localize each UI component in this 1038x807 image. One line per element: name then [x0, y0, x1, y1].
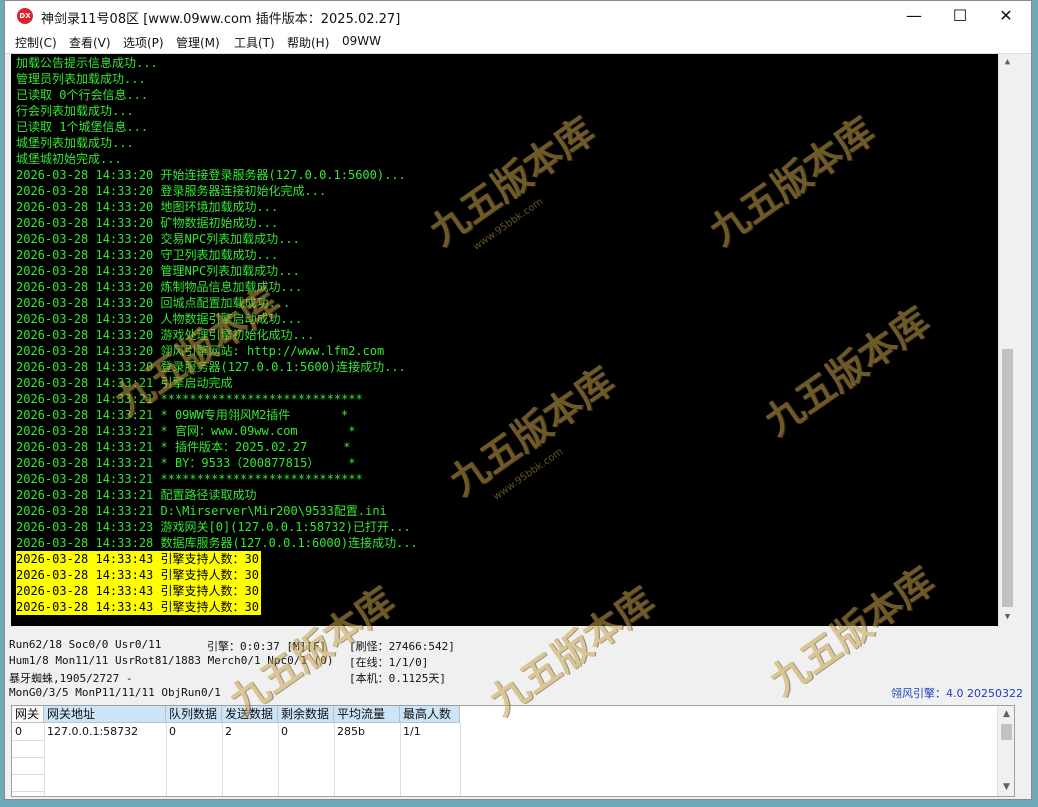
- column-header[interactable]: 网关: [12, 706, 44, 723]
- column-header[interactable]: 平均流量: [334, 706, 400, 723]
- grid-line: [166, 723, 167, 796]
- log-line: 2026-03-28 14:33:20 登录服务器(127.0.0.1:5600…: [16, 360, 406, 374]
- status-panel: Run62/18 Soc0/0 Usr0/11 引擎：0:0:37 [M][F]…: [5, 629, 1031, 703]
- status-hum: Hum1/8 Mon11/11 UsrRot81/1883 Merch0/1 N…: [9, 654, 334, 667]
- status-online: [在线：1/1/0]: [349, 656, 429, 669]
- log-line: 2026-03-28 14:33:20 开始连接登录服务器(127.0.0.1:…: [16, 168, 406, 182]
- grid-line: [222, 723, 223, 796]
- status-engine: 引擎：0:0:37 [M][F]: [207, 640, 327, 653]
- menu-options[interactable]: 选项(P): [123, 34, 164, 51]
- grid-line: [460, 723, 461, 796]
- grid-line: [44, 723, 45, 796]
- title-bar: DX 神剑录11号08区 [www.09ww.com 插件版本：2025.02.…: [5, 1, 1031, 31]
- log-line: 2026-03-28 14:33:20 回城点配置加载成功...: [16, 296, 291, 310]
- log-line: 2026-03-28 14:33:28 数据库服务器(127.0.0.1:600…: [16, 536, 418, 550]
- log-line: 2026-03-28 14:33:20 游戏处理引擎初始化成功...: [16, 328, 315, 342]
- grid-line: [12, 757, 44, 758]
- log-line: 2026-03-28 14:33:20 登录服务器连接初始化完成...: [16, 184, 327, 198]
- minimize-button[interactable]: —: [891, 1, 937, 31]
- log-line: 2026-03-28 14:33:21 配置路径读取成功: [16, 488, 257, 502]
- grid-line: [278, 723, 279, 796]
- grid-line: [334, 723, 335, 796]
- table-cell: 0: [15, 725, 22, 738]
- column-header[interactable]: 网关地址: [44, 706, 166, 723]
- menu-control[interactable]: 控制(C): [15, 34, 57, 51]
- column-header[interactable]: 最高人数: [400, 706, 460, 723]
- menu-09ww[interactable]: 09WW: [342, 34, 381, 48]
- menu-help[interactable]: 帮助(H): [287, 34, 329, 51]
- grid-line: [12, 740, 44, 741]
- log-line: 2026-03-28 14:33:20 翎风引擎网站: http://www.l…: [16, 344, 385, 358]
- column-header[interactable]: 剩余数据: [278, 706, 334, 723]
- log-line: 2026-03-28 14:33:21 * 插件版本：2025.02.27 *: [16, 440, 351, 454]
- log-line: 城堡列表加载成功...: [16, 136, 134, 150]
- log-line: 城堡城初始完成...: [16, 152, 122, 166]
- log-line: 2026-03-28 14:33:20 交易NPC列表加载成功...: [16, 232, 300, 246]
- log-line: 2026-03-28 14:33:21 * 官网：www.09ww.com *: [16, 424, 356, 438]
- log-line: 加载公告提示信息成功...: [16, 56, 158, 70]
- log-line: 2026-03-28 14:33:21 * 09WW专用翎风M2插件 *: [16, 408, 349, 422]
- status-monster: 暴牙蜘蛛,1905/2727 -: [9, 672, 133, 685]
- log-line: 2026-03-28 14:33:43 引擎支持人数：30: [16, 551, 261, 567]
- log-scrollbar[interactable]: ▲ ▼: [998, 54, 1015, 626]
- table-cell: 285b: [337, 725, 365, 738]
- menu-manage[interactable]: 管理(M): [176, 34, 220, 51]
- log-line: 2026-03-28 14:33:20 管理NPC列表加载成功...: [16, 264, 300, 278]
- log-line: 2026-03-28 14:33:20 矿物数据初始成功...: [16, 216, 279, 230]
- scroll-up-icon[interactable]: ▲: [999, 54, 1015, 71]
- column-header[interactable]: 队列数据: [166, 706, 222, 723]
- log-line: 管理员列表加载成功...: [16, 72, 146, 86]
- grid-line: [400, 723, 401, 796]
- log-line: 已读取 1个城堡信息...: [16, 120, 149, 134]
- log-line: 2026-03-28 14:33:21 ********************…: [16, 392, 363, 406]
- scroll-thumb[interactable]: [1002, 349, 1013, 607]
- menu-tools[interactable]: 工具(T): [234, 34, 275, 51]
- window-title: 神剑录11号08区 [www.09ww.com 插件版本：2025.02.27]: [41, 12, 401, 27]
- log-line: 2026-03-28 14:33:20 守卫列表加载成功...: [16, 248, 279, 262]
- maximize-button[interactable]: ☐: [937, 1, 983, 31]
- menu-bar: 控制(C) 查看(V) 选项(P) 管理(M) 工具(T) 帮助(H) 09WW: [5, 31, 1031, 54]
- grid-line: [12, 791, 44, 792]
- menu-view[interactable]: 查看(V): [69, 34, 111, 51]
- status-run: Run62/18 Soc0/0 Usr0/11: [9, 638, 162, 651]
- log-line: 已读取 0个行会信息...: [16, 88, 149, 102]
- log-line: 2026-03-28 14:33:43 引擎支持人数：30: [16, 567, 261, 583]
- scroll-down-icon[interactable]: ▼: [998, 779, 1014, 796]
- log-console: 加载公告提示信息成功... 管理员列表加载成功... 已读取 0个行会信息... 行会…: [11, 54, 1015, 626]
- status-local: [本机：0.1125天]: [349, 672, 446, 685]
- log-line: 2026-03-28 14:33:43 引擎支持人数：30: [16, 583, 261, 599]
- log-line: 2026-03-28 14:33:21 ********************…: [16, 472, 363, 486]
- log-line: 2026-03-28 14:33:20 地图环境加载成功...: [16, 200, 279, 214]
- log-line: 2026-03-28 14:33:23 游戏网关[0](127.0.0.1:58…: [16, 520, 411, 534]
- table-scrollbar[interactable]: ▲ ▼: [997, 706, 1014, 796]
- table-cell: 1/1: [403, 725, 421, 738]
- table-cell: 0: [169, 725, 176, 738]
- log-line: 2026-03-28 14:33:20 炼制物品信息加载成功...: [16, 280, 303, 294]
- log-line: 2026-03-28 14:33:43 引擎支持人数：30: [16, 599, 261, 615]
- scroll-thumb[interactable]: [1001, 724, 1012, 740]
- column-header[interactable]: 发送数据: [222, 706, 278, 723]
- log-line: 行会列表加载成功...: [16, 104, 134, 118]
- close-button[interactable]: ✕: [983, 1, 1029, 31]
- gateway-table: 网关 网关地址 队列数据 发送数据 剩余数据 平均流量 最高人数 0 127.0…: [11, 705, 1015, 797]
- scroll-up-icon[interactable]: ▲: [998, 706, 1014, 723]
- app-icon: DX: [17, 8, 33, 24]
- log-line: 2026-03-28 14:33:21 D:\Mirserver\Mir200\…: [16, 504, 387, 518]
- status-brand: 翎风引擎：4.0 20250322: [891, 687, 1023, 700]
- table-cell: 2: [225, 725, 232, 738]
- table-cell: 127.0.0.1:58732: [47, 725, 139, 738]
- log-line: 2026-03-28 14:33:21 引擎启动完成: [16, 376, 233, 390]
- log-line: 2026-03-28 14:33:21 * BY：9533（200877815）…: [16, 456, 356, 470]
- status-mon-gen: MonG0/3/5 MonP11/11/11 ObjRun0/1: [9, 686, 221, 699]
- table-cell: 0: [281, 725, 288, 738]
- grid-line: [12, 774, 44, 775]
- status-refresh: [刷怪：27466:542]: [349, 640, 455, 653]
- log-line: 2026-03-28 14:33:20 人物数据引擎启动成功...: [16, 312, 303, 326]
- scroll-down-icon[interactable]: ▼: [999, 609, 1015, 626]
- app-window: DX 神剑录11号08区 [www.09ww.com 插件版本：2025.02.…: [4, 0, 1032, 800]
